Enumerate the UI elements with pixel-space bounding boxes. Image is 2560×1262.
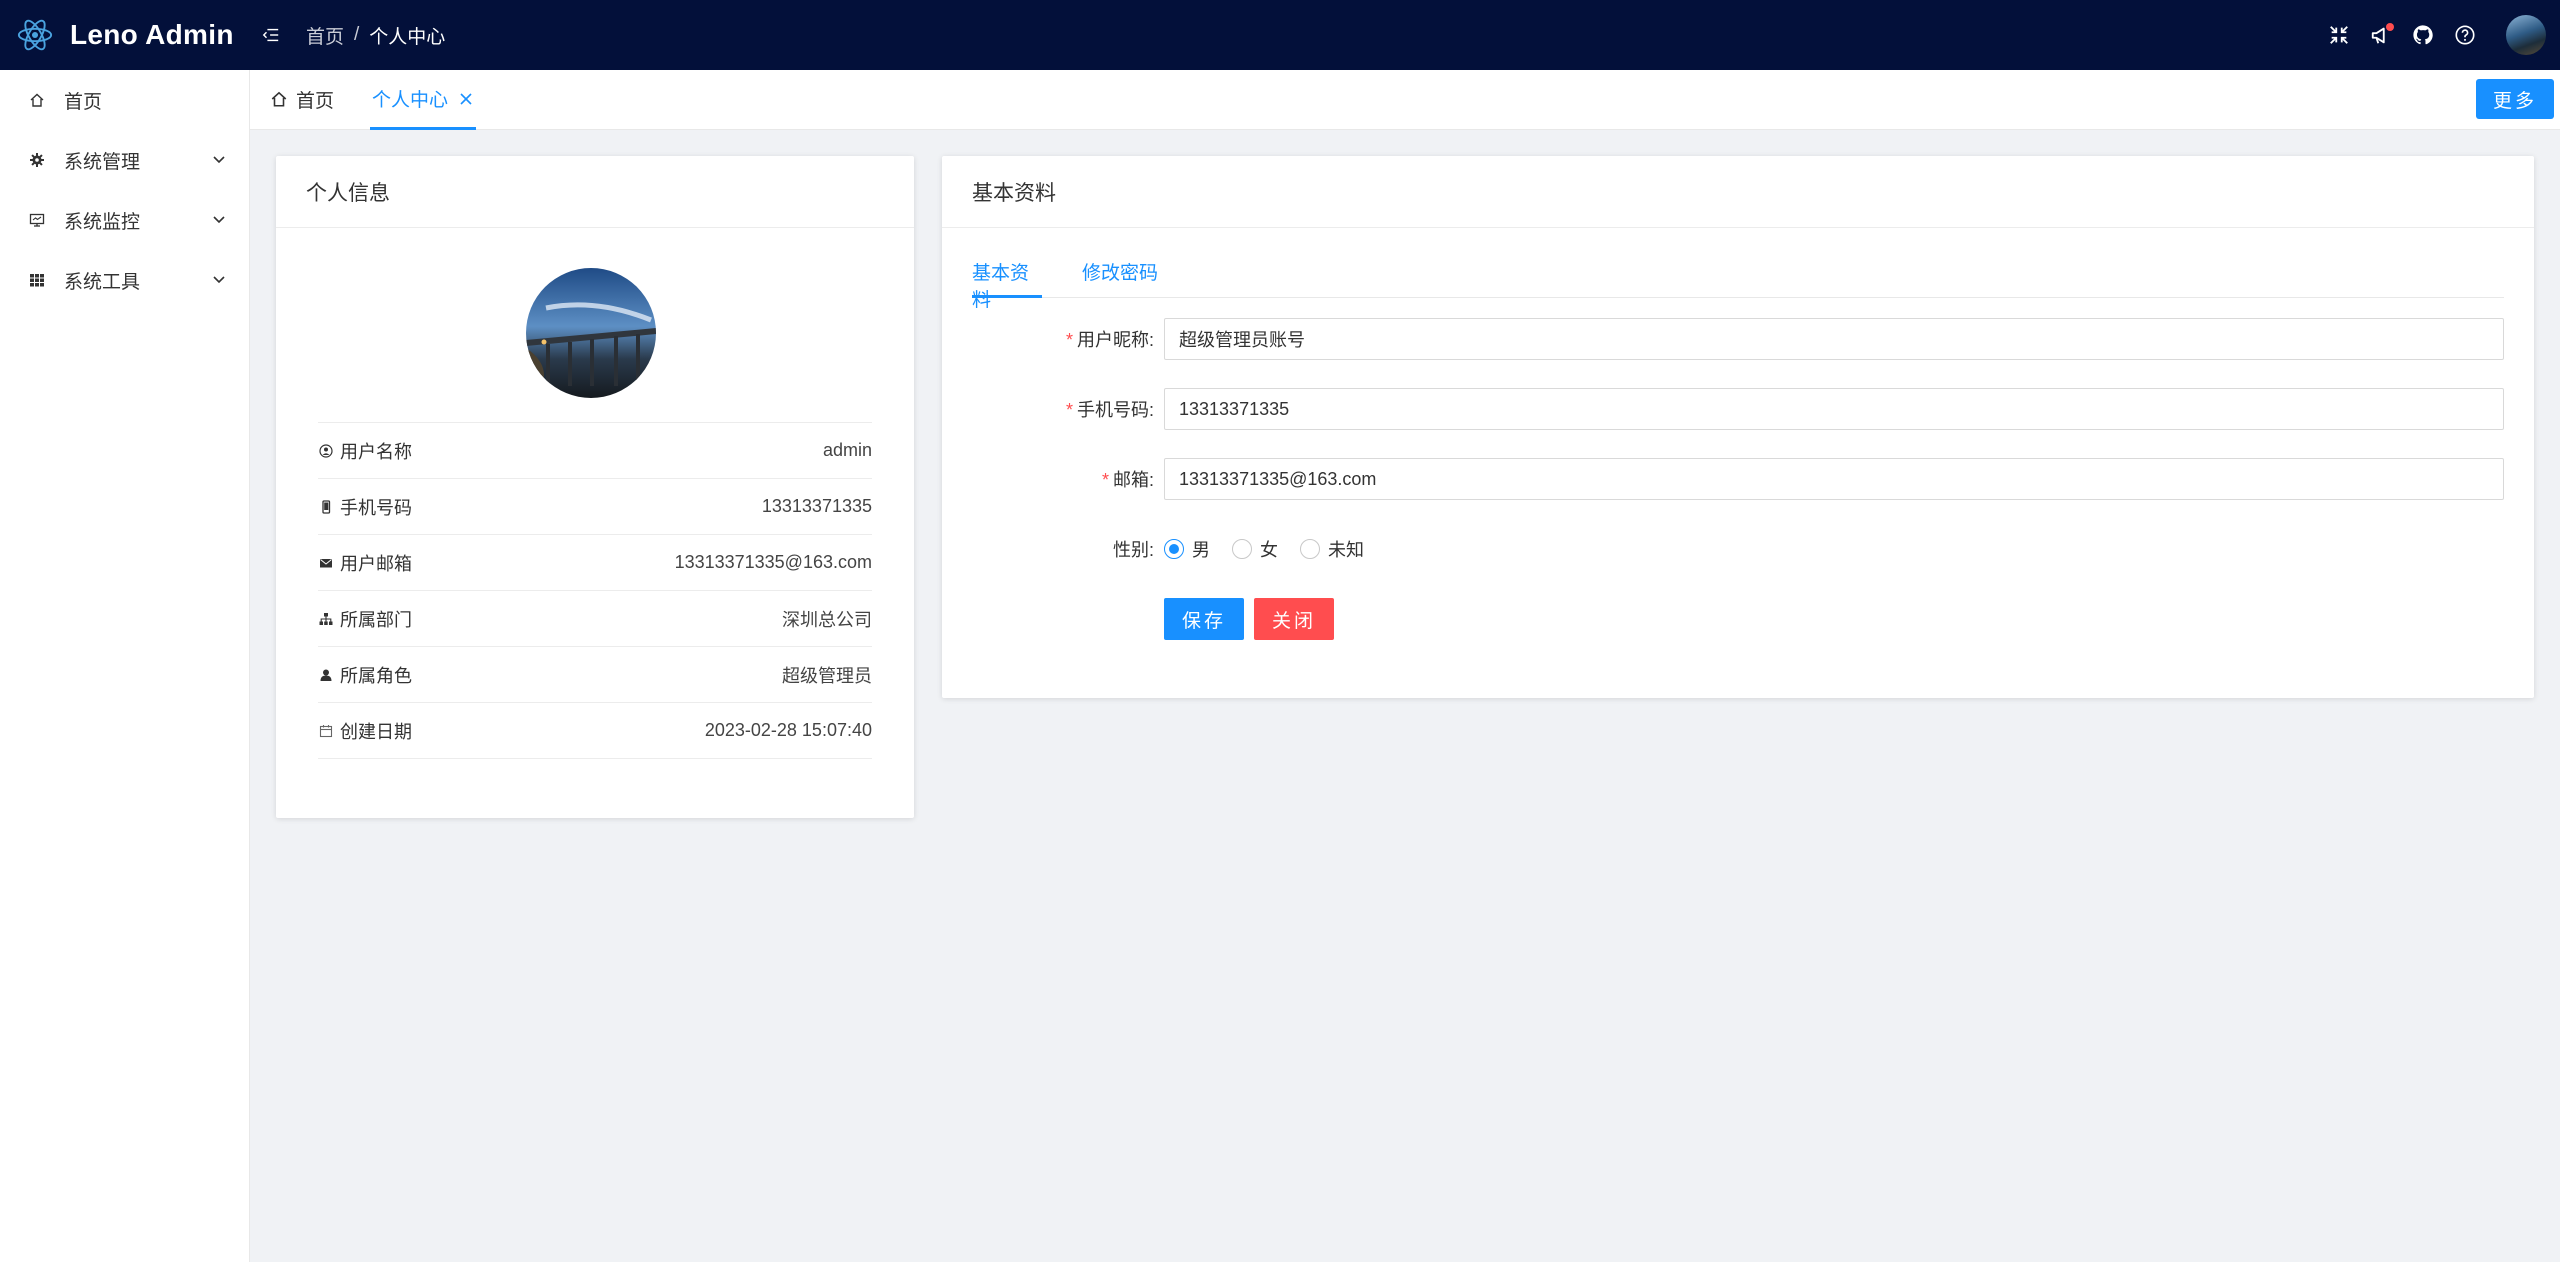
profile-info-list: 用户名称 admin 手机号码 13313371335 用户邮箱 1331337… [318, 422, 872, 759]
list-item: 用户邮箱 13313371335@163.com [318, 535, 872, 591]
form-actions: 保存 关闭 [942, 598, 2534, 640]
close-button[interactable]: 关闭 [1254, 598, 1334, 640]
chevron-down-icon [213, 216, 225, 224]
tab-change-password[interactable]: 修改密码 [1082, 252, 1158, 298]
gender-radio-unknown[interactable]: 未知 [1300, 536, 1364, 562]
gender-radio-female[interactable]: 女 [1232, 536, 1278, 562]
gear-icon [28, 151, 46, 169]
home-icon [271, 91, 287, 107]
phone-input[interactable] [1164, 388, 2504, 430]
app-title: Leno Admin [70, 19, 234, 50]
org-icon [318, 611, 334, 627]
app-logo[interactable]: Leno Admin [0, 0, 250, 70]
nickname-input[interactable] [1164, 318, 2504, 360]
required-mark: * [1065, 400, 1073, 420]
save-button[interactable]: 保存 [1164, 598, 1244, 640]
sidebar-item-system-management[interactable]: 系统管理 [0, 130, 249, 190]
list-item: 创建日期 2023-02-28 15:07:40 [318, 703, 872, 759]
info-value: 2023-02-28 15:07:40 [704, 720, 872, 740]
basic-info-card: 基本资料 基本资料 修改密码 *用户昵称: *手机号码: *邮箱: 性别: 男 … [942, 156, 2534, 698]
info-label: 手机号码 [340, 497, 412, 518]
gender-row: 性别: 男 女 未知 [942, 528, 2534, 570]
breadcrumb-home[interactable]: 首页 [306, 22, 344, 49]
info-label: 所属角色 [340, 665, 412, 686]
radio-unchecked[interactable] [1300, 539, 1320, 559]
list-item: 所属部门 深圳总公司 [318, 591, 872, 647]
required-mark: * [1065, 330, 1073, 350]
sidebar-item-system-tools[interactable]: 系统工具 [0, 250, 249, 310]
info-value: 13313371335 [761, 496, 872, 516]
gender-radio-group: 男 女 未知 [1164, 536, 1386, 562]
email-input[interactable] [1164, 458, 2504, 500]
tab-profile[interactable]: 个人中心 [370, 70, 477, 130]
form-subtabs: 基本资料 修改密码 [972, 252, 2504, 311]
basic-info-card-title: 基本资料 [942, 156, 2534, 228]
email-row: * 邮箱: [942, 458, 2534, 500]
notification-dot [2386, 23, 2394, 31]
tab-basic-info[interactable]: 基本资料 [972, 252, 1042, 311]
role-icon [318, 667, 334, 683]
list-item: 手机号码 13313371335 [318, 479, 872, 535]
sidebar-item-system-monitor[interactable]: 系统监控 [0, 190, 249, 250]
profile-avatar[interactable] [526, 268, 656, 398]
tab-home[interactable]: 首页 [270, 70, 334, 128]
breadcrumb: 首页 / 个人中心 [306, 22, 445, 49]
sidebar-item-label: 系统管理 [64, 151, 141, 173]
nickname-row: * 用户昵称: [942, 318, 2534, 360]
radio-checked[interactable] [1164, 539, 1184, 559]
info-label: 用户邮箱 [340, 553, 412, 574]
user-icon [318, 443, 334, 459]
breadcrumb-separator: / [354, 24, 360, 45]
email-label: * 邮箱: [1101, 470, 1154, 490]
more-tabs-button[interactable]: 更多 [2476, 79, 2554, 119]
notification-icon[interactable] [2368, 22, 2394, 48]
info-label: 所属部门 [340, 609, 412, 630]
info-value: 深圳总公司 [782, 609, 872, 630]
phone-label: * 手机号码: [1065, 400, 1154, 420]
github-icon[interactable] [2410, 22, 2436, 48]
sidebar: 首页 系统管理 系统监控 系统工具 [0, 70, 250, 1262]
radio-unchecked[interactable] [1232, 539, 1252, 559]
close-icon[interactable] [458, 91, 474, 107]
fullscreen-icon[interactable] [2326, 22, 2352, 48]
info-value: 13313371335@163.com [674, 552, 872, 572]
profile-card: 个人信息 用户名称 admin 手机号码 13313371335 用户邮箱 13… [276, 156, 914, 818]
breadcrumb-current: 个人中心 [369, 26, 446, 48]
sidebar-item-home[interactable]: 首页 [0, 70, 249, 130]
home-icon [28, 91, 46, 109]
info-label: 用户名称 [340, 441, 412, 462]
mail-icon [318, 555, 334, 571]
required-mark: * [1101, 470, 1109, 490]
tab-label: 个人中心 [372, 90, 449, 111]
info-value: admin [822, 440, 872, 460]
gender-radio-male[interactable]: 男 [1164, 536, 1210, 562]
nickname-label: * 用户昵称: [1065, 330, 1154, 350]
phone-icon [318, 499, 334, 515]
info-label: 创建日期 [340, 721, 412, 742]
header-actions [2310, 0, 2546, 70]
chevron-down-icon [213, 156, 225, 164]
user-avatar[interactable] [2506, 15, 2546, 55]
gender-label: 性别: [1112, 540, 1154, 560]
help-icon[interactable] [2452, 22, 2478, 48]
sidebar-item-label: 系统工具 [64, 271, 141, 293]
collapse-menu-icon[interactable] [260, 24, 282, 46]
tab-label: 首页 [296, 90, 335, 112]
monitor-icon [28, 211, 46, 229]
calendar-icon [318, 723, 334, 739]
top-header: Leno Admin 首页 / 个人中心 [0, 0, 2560, 70]
sidebar-item-label: 系统监控 [64, 211, 141, 233]
chevron-down-icon [213, 276, 225, 284]
list-item: 用户名称 admin [318, 423, 872, 479]
sidebar-item-label: 首页 [64, 91, 103, 113]
phone-row: * 手机号码: [942, 388, 2534, 430]
page-tabs-bar: 首页 个人中心 更多 [250, 70, 2560, 130]
grid-icon [28, 271, 46, 289]
info-value: 超级管理员 [782, 665, 872, 686]
profile-card-title: 个人信息 [276, 156, 914, 228]
list-item: 所属角色 超级管理员 [318, 647, 872, 703]
react-logo-icon [17, 19, 53, 51]
